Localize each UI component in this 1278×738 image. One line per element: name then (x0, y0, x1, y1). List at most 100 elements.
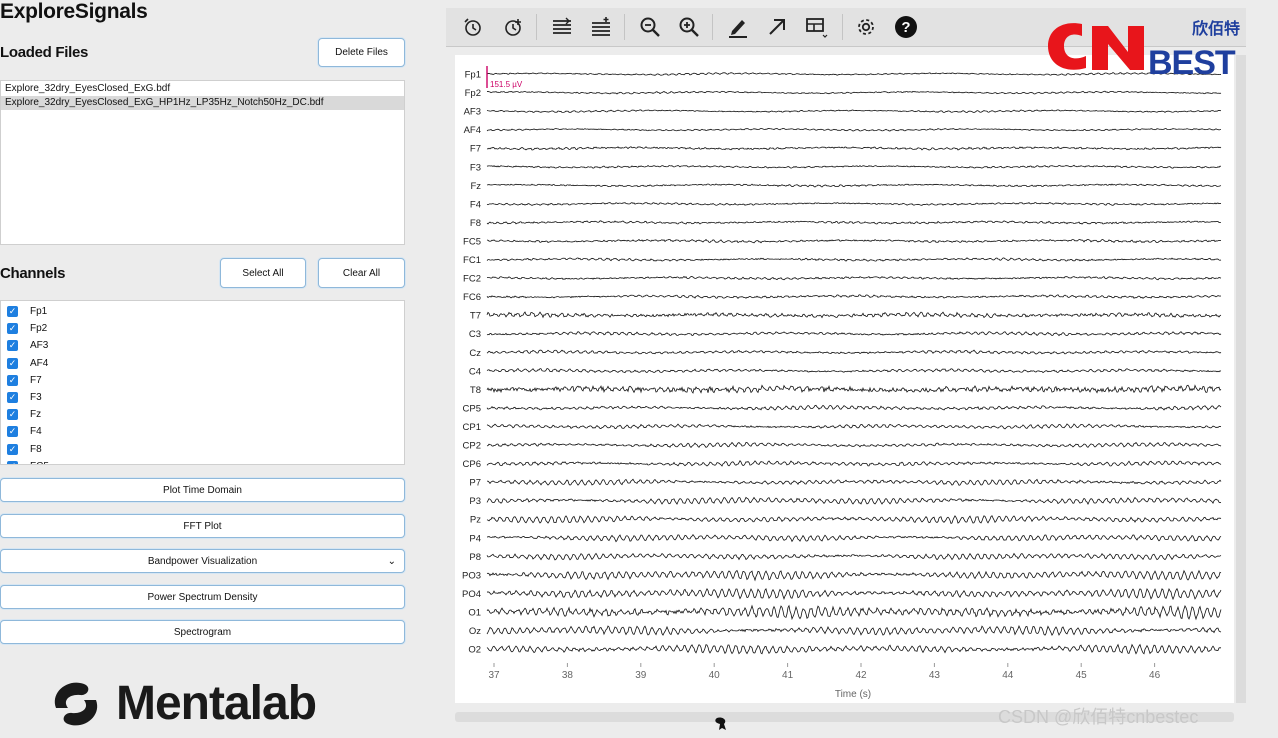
eeg-trace-F4 (486, 201, 1222, 206)
x-tick-label: 39 (635, 670, 647, 681)
delete-files-button[interactable]: Delete Files (318, 38, 405, 67)
x-tick-label: 44 (1002, 670, 1014, 681)
channel-label: Fp2 (30, 323, 48, 335)
channel-checkbox-item[interactable]: ✓ Fz (1, 406, 404, 423)
eeg-trace-C3 (486, 331, 1222, 337)
channel-checkbox-item[interactable]: ✓ AF3 (1, 337, 404, 354)
psd-button[interactable]: Power Spectrum Density (0, 585, 405, 609)
zoom-out-icon[interactable] (635, 12, 665, 42)
channel-checkbox-item[interactable]: ✓ F3 (1, 389, 404, 406)
eeg-trace-CP2 (486, 441, 1222, 448)
vertical-scrollbar[interactable] (1236, 55, 1246, 703)
channel-axis-label: FC1 (463, 255, 481, 266)
layout-icon[interactable] (802, 12, 832, 42)
toolbar-separator (536, 14, 537, 40)
channel-axis-label: C3 (469, 329, 481, 340)
arrow-icon[interactable] (762, 12, 792, 42)
eeg-trace-FC1 (486, 257, 1222, 262)
eeg-trace-CP6 (486, 460, 1222, 467)
channel-label: F8 (30, 443, 42, 455)
channel-axis-label: F3 (470, 162, 481, 173)
history-back-icon[interactable] (458, 12, 488, 42)
cn-logo-sub: BEST (1148, 44, 1236, 78)
eeg-trace-O2 (486, 643, 1222, 655)
channel-checkbox-item[interactable]: ✓ F7 (1, 372, 404, 389)
x-tick-label: 38 (562, 670, 574, 681)
channel-axis-label: Cz (469, 348, 481, 359)
checkbox-checked-icon[interactable]: ✓ (7, 374, 18, 386)
psd-label: Power Spectrum Density (147, 591, 258, 603)
loaded-files-list[interactable]: Explore_32dry_EyesClosed_ExG.bdf Explore_… (0, 80, 405, 245)
channel-axis-label: P3 (469, 496, 481, 507)
select-all-button[interactable]: Select All (220, 258, 306, 288)
eeg-trace-FC6 (486, 294, 1222, 299)
channel-label: F7 (30, 374, 42, 386)
checkbox-checked-icon[interactable]: ✓ (7, 443, 18, 455)
history-forward-icon[interactable] (498, 12, 528, 42)
channel-axis-label: AF4 (464, 125, 481, 136)
checkbox-checked-icon[interactable]: ✓ (7, 426, 18, 438)
help-icon[interactable]: ? (891, 12, 921, 42)
channel-label: F3 (30, 392, 42, 404)
file-list-item[interactable]: Explore_32dry_EyesClosed_ExG_HP1Hz_LP35H… (1, 96, 404, 110)
eeg-trace-FC5 (486, 238, 1222, 244)
x-tick-label: 41 (782, 670, 794, 681)
eeg-trace-T8 (486, 384, 1222, 394)
mentalab-logo: Mentalab (48, 676, 317, 731)
channel-checkbox-item[interactable]: ✓ F4 (1, 423, 404, 440)
channel-axis-label: Fz (470, 181, 481, 192)
chevron-down-icon: ⌄ (387, 556, 396, 567)
cn-logo-cjk: 欣佰特 (1192, 19, 1240, 38)
channel-checkbox-item[interactable]: ✓ FC5 (1, 458, 404, 464)
svg-text:?: ? (901, 19, 910, 36)
clear-all-button[interactable]: Clear All (318, 258, 405, 288)
channel-axis-label: CP6 (463, 459, 481, 470)
scale-bar-label: 151.5 µV (490, 80, 523, 89)
app-window: ExploreSignals Loaded Files Delete Files… (0, 0, 1278, 738)
bandpower-label: Bandpower Visualization (147, 555, 258, 567)
channel-axis-label: FC2 (463, 274, 481, 285)
eeg-trace-P7 (486, 478, 1222, 486)
eeg-time-domain-plot[interactable]: Fp1 Fp2 AF3 AF4 F7 F3 Fz F4 F8 FC5 FC1 FC2 FC6 T7 C3 Cz… (455, 55, 1234, 703)
plot-time-domain-button[interactable]: Plot Time Domain (0, 478, 405, 502)
checkbox-checked-icon[interactable]: ✓ (7, 323, 18, 335)
bandpower-dropdown[interactable]: Bandpower Visualization ⌄ (0, 549, 405, 573)
checkbox-checked-icon[interactable]: ✓ (7, 340, 18, 352)
spectrogram-button[interactable]: Spectrogram (0, 620, 405, 644)
eeg-trace-CP5 (486, 404, 1222, 411)
app-title: ExploreSignals (0, 0, 148, 23)
increase-channels-icon[interactable] (586, 12, 616, 42)
channel-label: AF3 (30, 340, 49, 352)
decrease-channels-icon[interactable] (547, 12, 577, 42)
channel-list[interactable]: ✓ Fp1 ✓ Fp2 ✓ AF3 ✓ AF4 ✓ F7 ✓ F3 ✓ Fz ✓ F4 ✓ F8 ✓ FC5 (0, 300, 405, 465)
channel-axis-label: FC6 (463, 292, 481, 303)
signal-plot-frame: Fp1 Fp2 AF3 AF4 F7 F3 Fz F4 F8 FC5 FC1 FC2 FC6 T7 C3 Cz… (455, 55, 1234, 703)
eeg-trace-Fz (486, 183, 1222, 188)
eeg-trace-Fp2 (486, 90, 1222, 95)
channel-checkbox-item[interactable]: ✓ Fp2 (1, 320, 404, 337)
annotate-pen-icon[interactable] (723, 12, 753, 42)
fft-plot-button[interactable]: FFT Plot (0, 514, 405, 538)
eeg-trace-PO4 (486, 587, 1222, 601)
eeg-trace-P8 (486, 552, 1222, 561)
channel-checkbox-item[interactable]: ✓ Fp1 (1, 303, 404, 320)
checkbox-checked-icon[interactable]: ✓ (7, 460, 18, 464)
x-tick-label: 42 (855, 670, 867, 681)
checkbox-checked-icon[interactable]: ✓ (7, 357, 18, 369)
channel-axis-label: Oz (469, 626, 481, 637)
eeg-trace-Oz (486, 625, 1222, 637)
checkbox-checked-icon[interactable]: ✓ (7, 392, 18, 404)
toolbar-separator (842, 14, 843, 40)
zoom-in-icon[interactable] (674, 12, 704, 42)
x-axis-label: Time (s) (835, 689, 871, 700)
channel-axis-label: P8 (469, 552, 481, 563)
channel-checkbox-item[interactable]: ✓ F8 (1, 441, 404, 458)
checkbox-checked-icon[interactable]: ✓ (7, 409, 18, 421)
channel-checkbox-item[interactable]: ✓ AF4 (1, 355, 404, 372)
checkbox-checked-icon[interactable]: ✓ (7, 306, 18, 318)
eeg-trace-T7 (486, 311, 1222, 319)
x-tick-label: 45 (1076, 670, 1088, 681)
settings-gear-icon[interactable] (851, 12, 881, 42)
file-list-item[interactable]: Explore_32dry_EyesClosed_ExG.bdf (1, 82, 404, 96)
channel-axis-label: F7 (470, 144, 481, 155)
